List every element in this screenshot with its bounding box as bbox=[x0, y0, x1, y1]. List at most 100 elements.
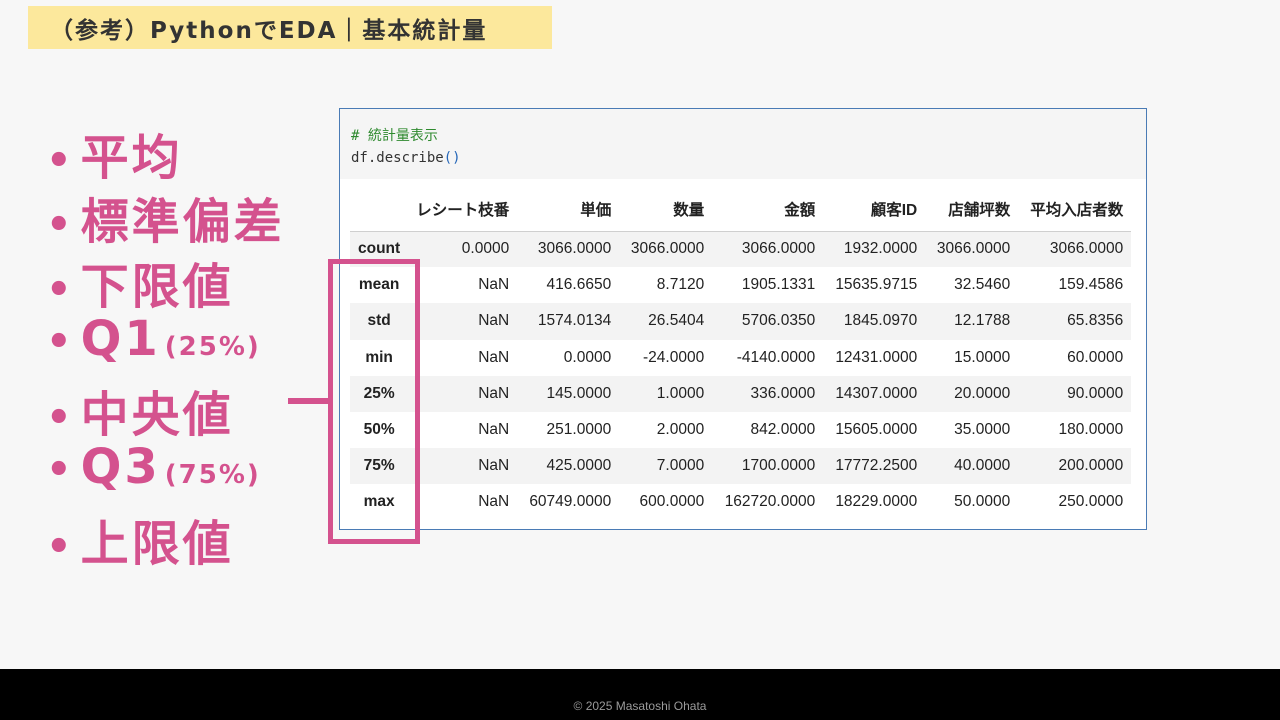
table-cell: 60749.0000 bbox=[529, 493, 612, 511]
table-cell: 3066.0000 bbox=[537, 240, 612, 258]
bullet-subtext: (75%) bbox=[164, 460, 261, 491]
table-header-row: レシート枝番 単価 数量 金額 顧客ID 店舗坪数 平均入店者数 bbox=[350, 187, 1132, 232]
column-header: 平均入店者数 bbox=[1018, 187, 1132, 232]
bullet-text: Q1 bbox=[80, 310, 161, 367]
bullet-list: • 平均 • 標準偏差 • 下限値 • Q1 (25%) • 中央値 • Q3 (75%) • 上… bbox=[46, 118, 289, 572]
column-header: 金額 bbox=[712, 187, 824, 232]
bullet-text: 下限値 bbox=[80, 258, 234, 315]
code-line: df.describe() bbox=[351, 147, 1146, 169]
row-label-highlight bbox=[328, 259, 420, 544]
table-cell: 600.0000 bbox=[639, 493, 705, 511]
table-cell: 2.0000 bbox=[656, 421, 705, 439]
table-cell: 251.0000 bbox=[546, 421, 612, 439]
code-input[interactable]: # 統計量表示 df.describe() bbox=[340, 109, 1146, 179]
table-cell: 3066.0000 bbox=[936, 240, 1011, 258]
table-cell: 32.5460 bbox=[954, 276, 1011, 294]
bullet-item: • 標準偏差 bbox=[46, 182, 289, 250]
column-header: 顧客ID bbox=[823, 187, 926, 232]
table-cell: 159.4586 bbox=[1058, 276, 1124, 294]
bullet-text: 平均 bbox=[80, 130, 183, 186]
table-cell: 12431.0000 bbox=[835, 348, 918, 366]
table-cell: 40.0000 bbox=[954, 457, 1011, 475]
table-cell: 50.0000 bbox=[954, 493, 1011, 511]
table-cell: 65.8356 bbox=[1067, 312, 1124, 330]
table-cell: NaN bbox=[478, 312, 510, 330]
table-cell: NaN bbox=[478, 276, 510, 294]
table-cell: -24.0000 bbox=[643, 348, 705, 366]
table-cell: 1.0000 bbox=[656, 384, 705, 402]
column-header bbox=[350, 187, 409, 232]
table-row: count 0.0000 3066.0000 3066.0000 3066.0000 19… bbox=[350, 231, 1132, 268]
bullet-dot: • bbox=[46, 318, 75, 365]
table-body: count 0.0000 3066.0000 3066.0000 3066.0000 19… bbox=[350, 231, 1132, 521]
table-cell: 180.0000 bbox=[1058, 421, 1124, 439]
table-cell: 8.7120 bbox=[656, 276, 705, 294]
column-header: 数量 bbox=[619, 187, 713, 232]
bullet-dot: • bbox=[46, 395, 75, 442]
table-row: 75% NaN 425.0000 7.0000 1700.0000 17772.2500 4… bbox=[350, 448, 1132, 485]
table-cell: 3066.0000 bbox=[741, 240, 816, 258]
table-cell: 20.0000 bbox=[954, 384, 1011, 402]
table-cell: 5706.0350 bbox=[741, 312, 816, 330]
table-cell: 0.0000 bbox=[563, 348, 612, 366]
table-cell: 1845.0970 bbox=[843, 312, 918, 330]
copyright-text: © 2025 Masatoshi Ohata bbox=[573, 699, 707, 713]
table-cell: NaN bbox=[478, 421, 510, 439]
table-cell: 15635.9715 bbox=[835, 276, 918, 294]
table-cell: NaN bbox=[478, 384, 510, 402]
table-cell: 15.0000 bbox=[954, 348, 1011, 366]
footer: © 2025 Masatoshi Ohata bbox=[0, 669, 1280, 720]
table-cell: 250.0000 bbox=[1058, 493, 1124, 511]
table-cell: NaN bbox=[478, 457, 510, 475]
bullet-text: 標準偏差 bbox=[80, 194, 285, 251]
table-cell: NaN bbox=[478, 348, 510, 366]
slide-title: （参考）PythonでEDA｜基本統計量 bbox=[28, 6, 552, 49]
connector-line bbox=[288, 398, 330, 404]
code-call: df.describe bbox=[351, 150, 444, 166]
table-row: 50% NaN 251.0000 2.0000 842.0000 15605.0000 35… bbox=[350, 411, 1132, 449]
bullet-dot: • bbox=[46, 266, 75, 313]
bullet-item: • 上限値 bbox=[46, 504, 289, 572]
table-cell: -4140.0000 bbox=[736, 348, 816, 366]
table-row: std NaN 1574.0134 26.5404 5706.0350 1845.0970… bbox=[350, 303, 1132, 340]
table-cell: 12.1788 bbox=[954, 312, 1011, 330]
bullet-text: 上限値 bbox=[80, 515, 234, 572]
bullet-item: • 下限値 bbox=[46, 247, 289, 315]
table-cell: 7.0000 bbox=[656, 457, 705, 475]
bullet-dot: • bbox=[46, 138, 75, 184]
table-cell: 200.0000 bbox=[1058, 457, 1124, 475]
bullet-text: Q3 bbox=[80, 439, 161, 496]
slide: （参考）PythonでEDA｜基本統計量 • 平均 • 標準偏差 • 下限値 • Q1(… bbox=[0, 0, 1280, 720]
table-cell: 1700.0000 bbox=[741, 457, 816, 475]
table-cell: 15605.0000 bbox=[835, 421, 918, 439]
table-cell: 1932.0000 bbox=[843, 240, 918, 258]
table-cell: 425.0000 bbox=[546, 457, 612, 475]
table-cell: 416.6650 bbox=[546, 276, 612, 294]
table-cell: 145.0000 bbox=[546, 384, 612, 402]
bullet-subtext: (25%) bbox=[164, 331, 261, 362]
table-row: max NaN 60749.0000 600.0000 162720.0000 18229… bbox=[350, 484, 1132, 521]
bullet-text: 中央値 bbox=[80, 387, 234, 444]
table-row: 25% NaN 145.0000 1.0000 336.0000 14307.0000 20… bbox=[350, 375, 1132, 412]
table-cell: 17772.2500 bbox=[835, 457, 918, 475]
table-cell: 14307.0000 bbox=[835, 384, 918, 402]
table-row: mean NaN 416.6650 8.7120 1905.1331 15635.9715… bbox=[350, 267, 1132, 304]
column-header: レシート枝番 bbox=[408, 187, 518, 232]
table-cell: 162720.0000 bbox=[724, 493, 816, 511]
table-cell: 26.5404 bbox=[648, 312, 705, 330]
table-cell: 18229.0000 bbox=[835, 493, 918, 511]
notebook-cell[interactable]: # 統計量表示 df.describe() レシート枝番 単価 数量 金額 顧客… bbox=[339, 108, 1147, 530]
table-cell: 60.0000 bbox=[1067, 348, 1124, 366]
table-cell: 3066.0000 bbox=[630, 240, 705, 258]
table-cell: 1905.1331 bbox=[741, 276, 816, 294]
table-cell: 0.0000 bbox=[461, 240, 510, 258]
describe-output-table: レシート枝番 単価 数量 金額 顧客ID 店舗坪数 平均入店者数 count 0.… bbox=[350, 187, 1132, 521]
bullet-item: • 平均 bbox=[46, 118, 289, 186]
bullet-dot: • bbox=[46, 202, 75, 249]
table-cell: 35.0000 bbox=[954, 421, 1011, 439]
bullet-dot: • bbox=[46, 447, 75, 494]
table-cell: 842.0000 bbox=[750, 421, 816, 439]
table-cell: 3066.0000 bbox=[1049, 240, 1124, 258]
table-cell: 336.0000 bbox=[750, 384, 816, 402]
table-cell: 90.0000 bbox=[1067, 384, 1124, 402]
